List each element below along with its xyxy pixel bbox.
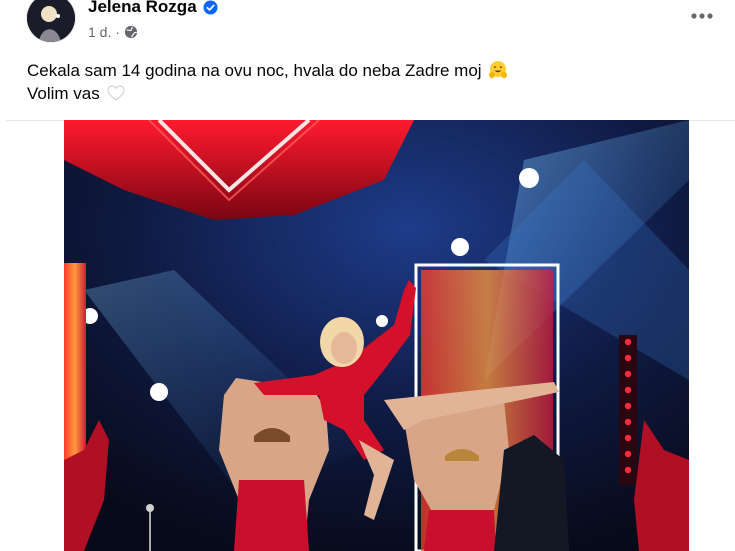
author-avatar[interactable] bbox=[27, 0, 75, 42]
avatar-image bbox=[27, 0, 75, 42]
author-name[interactable]: Jelena Rozga bbox=[88, 0, 197, 17]
post-caption: Cekala sam 14 godina na ovu noc, hvala d… bbox=[27, 59, 707, 105]
white-heart-emoji bbox=[108, 85, 125, 101]
stage-performance-photo bbox=[64, 120, 689, 551]
post-timestamp[interactable]: 1 d. bbox=[88, 24, 111, 40]
more-options-icon bbox=[691, 13, 713, 19]
globe-icon[interactable] bbox=[124, 25, 138, 39]
post-meta: 1 d. · bbox=[88, 24, 138, 40]
more-options-button[interactable] bbox=[684, 2, 720, 30]
facebook-post: Jelena Rozga 1 d. · Cekala sam 14 godina… bbox=[0, 0, 735, 551]
caption-text-2: Volim vas bbox=[27, 84, 100, 103]
smiling-face-with-open-hands-emoji bbox=[489, 61, 508, 79]
caption-line-2: Volim vas bbox=[27, 82, 707, 105]
verified-badge-icon bbox=[203, 0, 218, 15]
author-header: Jelena Rozga bbox=[88, 0, 218, 17]
caption-text-1: Cekala sam 14 godina na ovu noc, hvala d… bbox=[27, 61, 482, 80]
caption-line-1: Cekala sam 14 godina na ovu noc, hvala d… bbox=[27, 59, 707, 82]
meta-separator: · bbox=[115, 24, 121, 40]
post-photo[interactable] bbox=[64, 120, 689, 551]
